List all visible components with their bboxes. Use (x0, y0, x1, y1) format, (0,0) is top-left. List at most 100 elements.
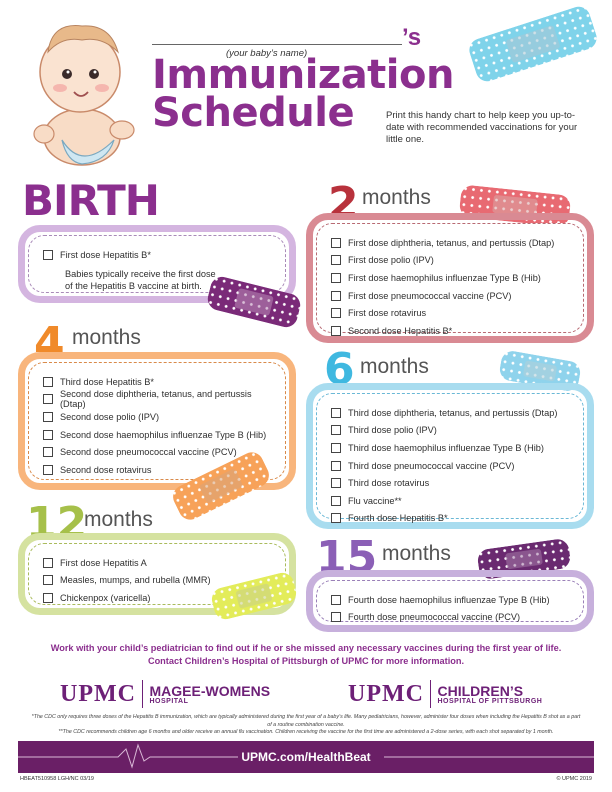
name-possessive: ’s (402, 24, 422, 51)
item-label: Fourth dose haemophilus influenzae Type … (348, 594, 550, 605)
m15-checklist: Fourth dose haemophilus influenzae Type … (331, 591, 575, 626)
item-label: Second dose Hepatitis B* (348, 325, 453, 336)
healthbeat-link[interactable]: UPMC.com/HealthBeat (18, 750, 594, 764)
item-label: Second dose rotavirus (60, 464, 152, 475)
m2-checklist: First dose diphtheria, tetanus, and pert… (331, 234, 575, 340)
checkbox[interactable] (331, 237, 341, 248)
note-line: Babies typically receive the first dose (65, 268, 216, 279)
logo-divider (141, 680, 144, 708)
document-code: HBEAT510958 LGH/NC 03/19 (20, 776, 94, 782)
checklist-item[interactable]: Third dose rotavirus (331, 474, 575, 492)
checklist-item[interactable]: First dose Hepatitis A (43, 554, 277, 572)
item-label: Second dose diphtheria, tetanus, and per… (60, 389, 252, 410)
checklist-item[interactable]: Second dose haemophilus influenzae Type … (43, 426, 277, 444)
checklist-item[interactable]: First dose diphtheria, tetanus, and pert… (331, 234, 575, 252)
checkbox[interactable] (331, 495, 341, 506)
2-months-word: months (362, 186, 431, 209)
checklist-item[interactable]: Second dose polio (IPV) (43, 408, 277, 426)
item-label: Measles, mumps, and rubella (MMR) (60, 575, 211, 586)
checkbox[interactable] (43, 249, 53, 260)
magee-womens-logo[interactable]: UPMC MAGEE-WOMENS HOSPITAL (60, 680, 270, 708)
item-label: Third dose diphtheria, tetanus, and pert… (348, 407, 558, 418)
checkbox[interactable] (331, 255, 341, 266)
checklist-item[interactable]: First dose rotavirus (331, 304, 575, 322)
footer-message-line: Work with your child’s pediatrician to f… (50, 643, 562, 653)
checkbox[interactable] (43, 394, 53, 405)
logo-upmc-text: UPMC (348, 680, 424, 707)
checkbox[interactable] (331, 513, 341, 524)
checkbox[interactable] (43, 411, 53, 422)
logo-small-text: HOSPITAL OF PITTSBURGH (437, 697, 543, 705)
checklist-item[interactable]: First dose pneumococcal vaccine (PCV) (331, 287, 575, 305)
checkbox[interactable] (43, 464, 53, 475)
item-label: Second dose polio (IPV) (60, 411, 160, 422)
childrens-hospital-logo[interactable]: UPMC CHILDREN’S HOSPITAL OF PITTSBURGH (348, 680, 542, 708)
checkbox[interactable] (43, 447, 53, 458)
checkbox[interactable] (331, 290, 341, 301)
checklist-item[interactable]: Third dose polio (IPV) (331, 422, 575, 440)
checkbox[interactable] (331, 478, 341, 489)
checklist-item[interactable]: First dose Hepatitis B* (43, 246, 277, 264)
checkbox[interactable] (331, 442, 341, 453)
item-label: First dose pneumococcal vaccine (PCV) (348, 290, 512, 301)
15-months-word: months (382, 542, 451, 565)
checkbox[interactable] (43, 592, 53, 603)
checkbox[interactable] (43, 557, 53, 568)
checkbox[interactable] (331, 407, 341, 418)
item-label: First dose diphtheria, tetanus, and pert… (348, 237, 555, 248)
checklist-item[interactable]: First dose polio (IPV) (331, 252, 575, 270)
item-label: Flu vaccine** (348, 495, 402, 506)
item-label: Third dose haemophilus influenzae Type B… (348, 442, 544, 453)
checkbox[interactable] (331, 308, 341, 319)
baby-illustration (22, 12, 142, 172)
checkbox[interactable] (331, 460, 341, 471)
checklist-item[interactable]: Fourth dose Hepatitis B* (331, 510, 575, 528)
footnotes: *The CDC only requires three doses of th… (30, 714, 582, 737)
intro-text: Print this handy chart to help keep you … (386, 110, 578, 145)
15-months-card: Fourth dose haemophilus influenzae Type … (306, 570, 594, 632)
item-label: Third dose pneumococcal vaccine (PCV) (348, 460, 515, 471)
checklist-item[interactable]: Flu vaccine** (331, 492, 575, 510)
4-months-word: months (72, 326, 141, 349)
checkbox[interactable] (43, 376, 53, 387)
footnote: *The CDC only requires three doses of th… (31, 714, 581, 728)
baby-name-line[interactable] (152, 44, 402, 45)
checkbox[interactable] (43, 429, 53, 440)
checkbox[interactable] (331, 612, 341, 623)
checkbox[interactable] (331, 272, 341, 283)
checklist-item[interactable]: First dose haemophilus influenzae Type B… (331, 269, 575, 287)
item-label: Third dose polio (IPV) (348, 425, 437, 436)
checklist-item[interactable]: Third dose pneumococcal vaccine (PCV) (331, 457, 575, 475)
item-label: First dose Hepatitis A (60, 557, 147, 568)
checkbox[interactable] (331, 325, 341, 336)
checklist-item[interactable]: Second dose Hepatitis B* (331, 322, 575, 340)
6-months-word: months (360, 355, 429, 378)
checklist-item[interactable]: Third dose diphtheria, tetanus, and pert… (331, 404, 575, 422)
checkbox[interactable] (331, 425, 341, 436)
bandaid-icon (466, 3, 600, 85)
item-label: Chickenpox (varicella) (60, 592, 151, 603)
footer-message: Work with your child’s pediatrician to f… (0, 642, 612, 668)
m6-checklist: Third dose diphtheria, tetanus, and pert… (331, 404, 575, 527)
logo-big-text: CHILDREN’S (437, 682, 524, 699)
footer-bar: UPMC.com/HealthBeat (18, 741, 594, 773)
checkbox[interactable] (331, 594, 341, 605)
2-months-card: First dose diphtheria, tetanus, and pert… (306, 213, 594, 343)
item-label: Third dose rotavirus (348, 478, 430, 489)
footer-message-line: Contact Children’s Hospital of Pittsburg… (147, 656, 465, 666)
footnote: **The CDC recommends children age 6 mont… (58, 729, 554, 735)
logo-big-text: MAGEE-WOMENS (149, 682, 271, 699)
copyright: © UPMC 2019 (556, 776, 592, 782)
item-label: Second dose pneumococcal vaccine (PCV) (60, 447, 237, 458)
logo-upmc-text: UPMC (60, 680, 136, 707)
checkbox[interactable] (43, 575, 53, 586)
checklist-item[interactable]: Fourth dose pneumococcal vaccine (PCV) (331, 609, 575, 627)
checklist-item[interactable]: Fourth dose haemophilus influenzae Type … (331, 591, 575, 609)
checklist-item[interactable]: Third dose haemophilus influenzae Type B… (331, 439, 575, 457)
checklist-item[interactable]: Third dose Hepatitis B* (43, 373, 277, 391)
item-label: First dose haemophilus influenzae Type B… (348, 272, 541, 283)
checklist-item[interactable]: Second dose diphtheria, tetanus, and per… (43, 389, 277, 410)
6-months-card: Third dose diphtheria, tetanus, and pert… (306, 383, 594, 529)
item-label: Fourth dose Hepatitis B* (348, 513, 448, 524)
birth-heading: BIRTH (22, 176, 160, 225)
